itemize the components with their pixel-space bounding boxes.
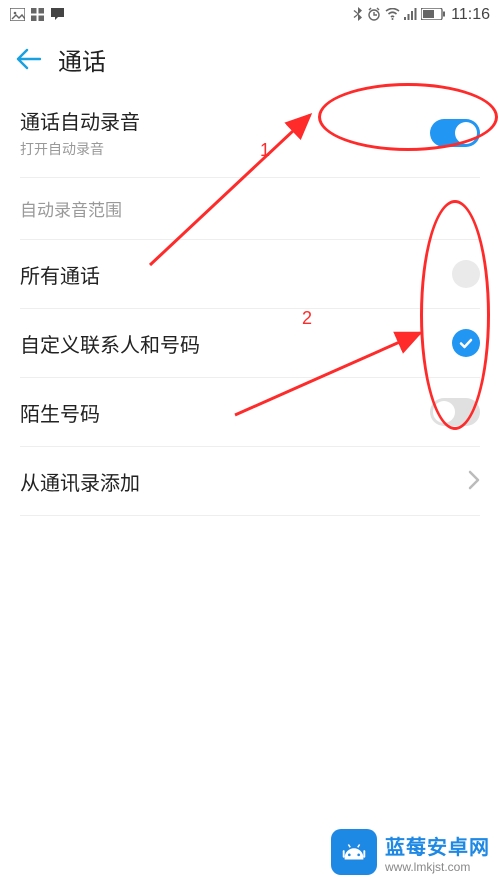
scope-custom-label: 自定义联系人和号码 <box>20 329 200 358</box>
status-right: 11:16 <box>353 6 490 24</box>
scope-section-title: 自动录音范围 <box>0 178 500 239</box>
auto-record-subtitle: 打开自动录音 <box>20 139 140 159</box>
wifi-icon <box>385 8 400 22</box>
scope-unknown-row[interactable]: 陌生号码 <box>0 378 500 446</box>
scope-custom-row[interactable]: 自定义联系人和号码 <box>0 309 500 377</box>
alarm-icon <box>367 7 381 23</box>
status-bar: 11:16 <box>0 0 500 30</box>
watermark-name: 蓝莓安卓网 <box>385 831 490 860</box>
add-from-contacts-label: 从通讯录添加 <box>20 467 140 496</box>
auto-record-toggle[interactable] <box>430 119 480 147</box>
status-left <box>10 7 65 23</box>
watermark: 蓝莓安卓网 www.lmkjst.com <box>331 829 490 875</box>
scope-all-calls-label: 所有通话 <box>20 260 100 289</box>
auto-record-title: 通话自动录音 <box>20 106 140 135</box>
bluetooth-icon <box>353 7 363 23</box>
scope-unknown-label: 陌生号码 <box>20 398 100 427</box>
radio-off-icon[interactable] <box>452 260 480 288</box>
back-button[interactable] <box>14 45 42 73</box>
signal-icon <box>404 8 417 22</box>
radio-on-icon[interactable] <box>452 329 480 357</box>
chat-icon <box>50 7 65 23</box>
auto-record-row[interactable]: 通话自动录音 打开自动录音 <box>0 88 500 177</box>
page-title: 通话 <box>58 42 106 77</box>
grid-icon <box>31 8 44 23</box>
unknown-toggle[interactable] <box>430 398 480 426</box>
chevron-right-icon <box>468 465 480 497</box>
battery-icon <box>421 8 445 22</box>
status-time: 11:16 <box>451 6 490 24</box>
scope-all-calls-row[interactable]: 所有通话 <box>0 240 500 308</box>
gallery-icon <box>10 8 25 23</box>
watermark-url: www.lmkjst.com <box>385 860 490 874</box>
watermark-logo-icon <box>331 829 377 875</box>
add-from-contacts-row[interactable]: 从通讯录添加 <box>0 447 500 515</box>
header: 通话 <box>0 30 500 88</box>
